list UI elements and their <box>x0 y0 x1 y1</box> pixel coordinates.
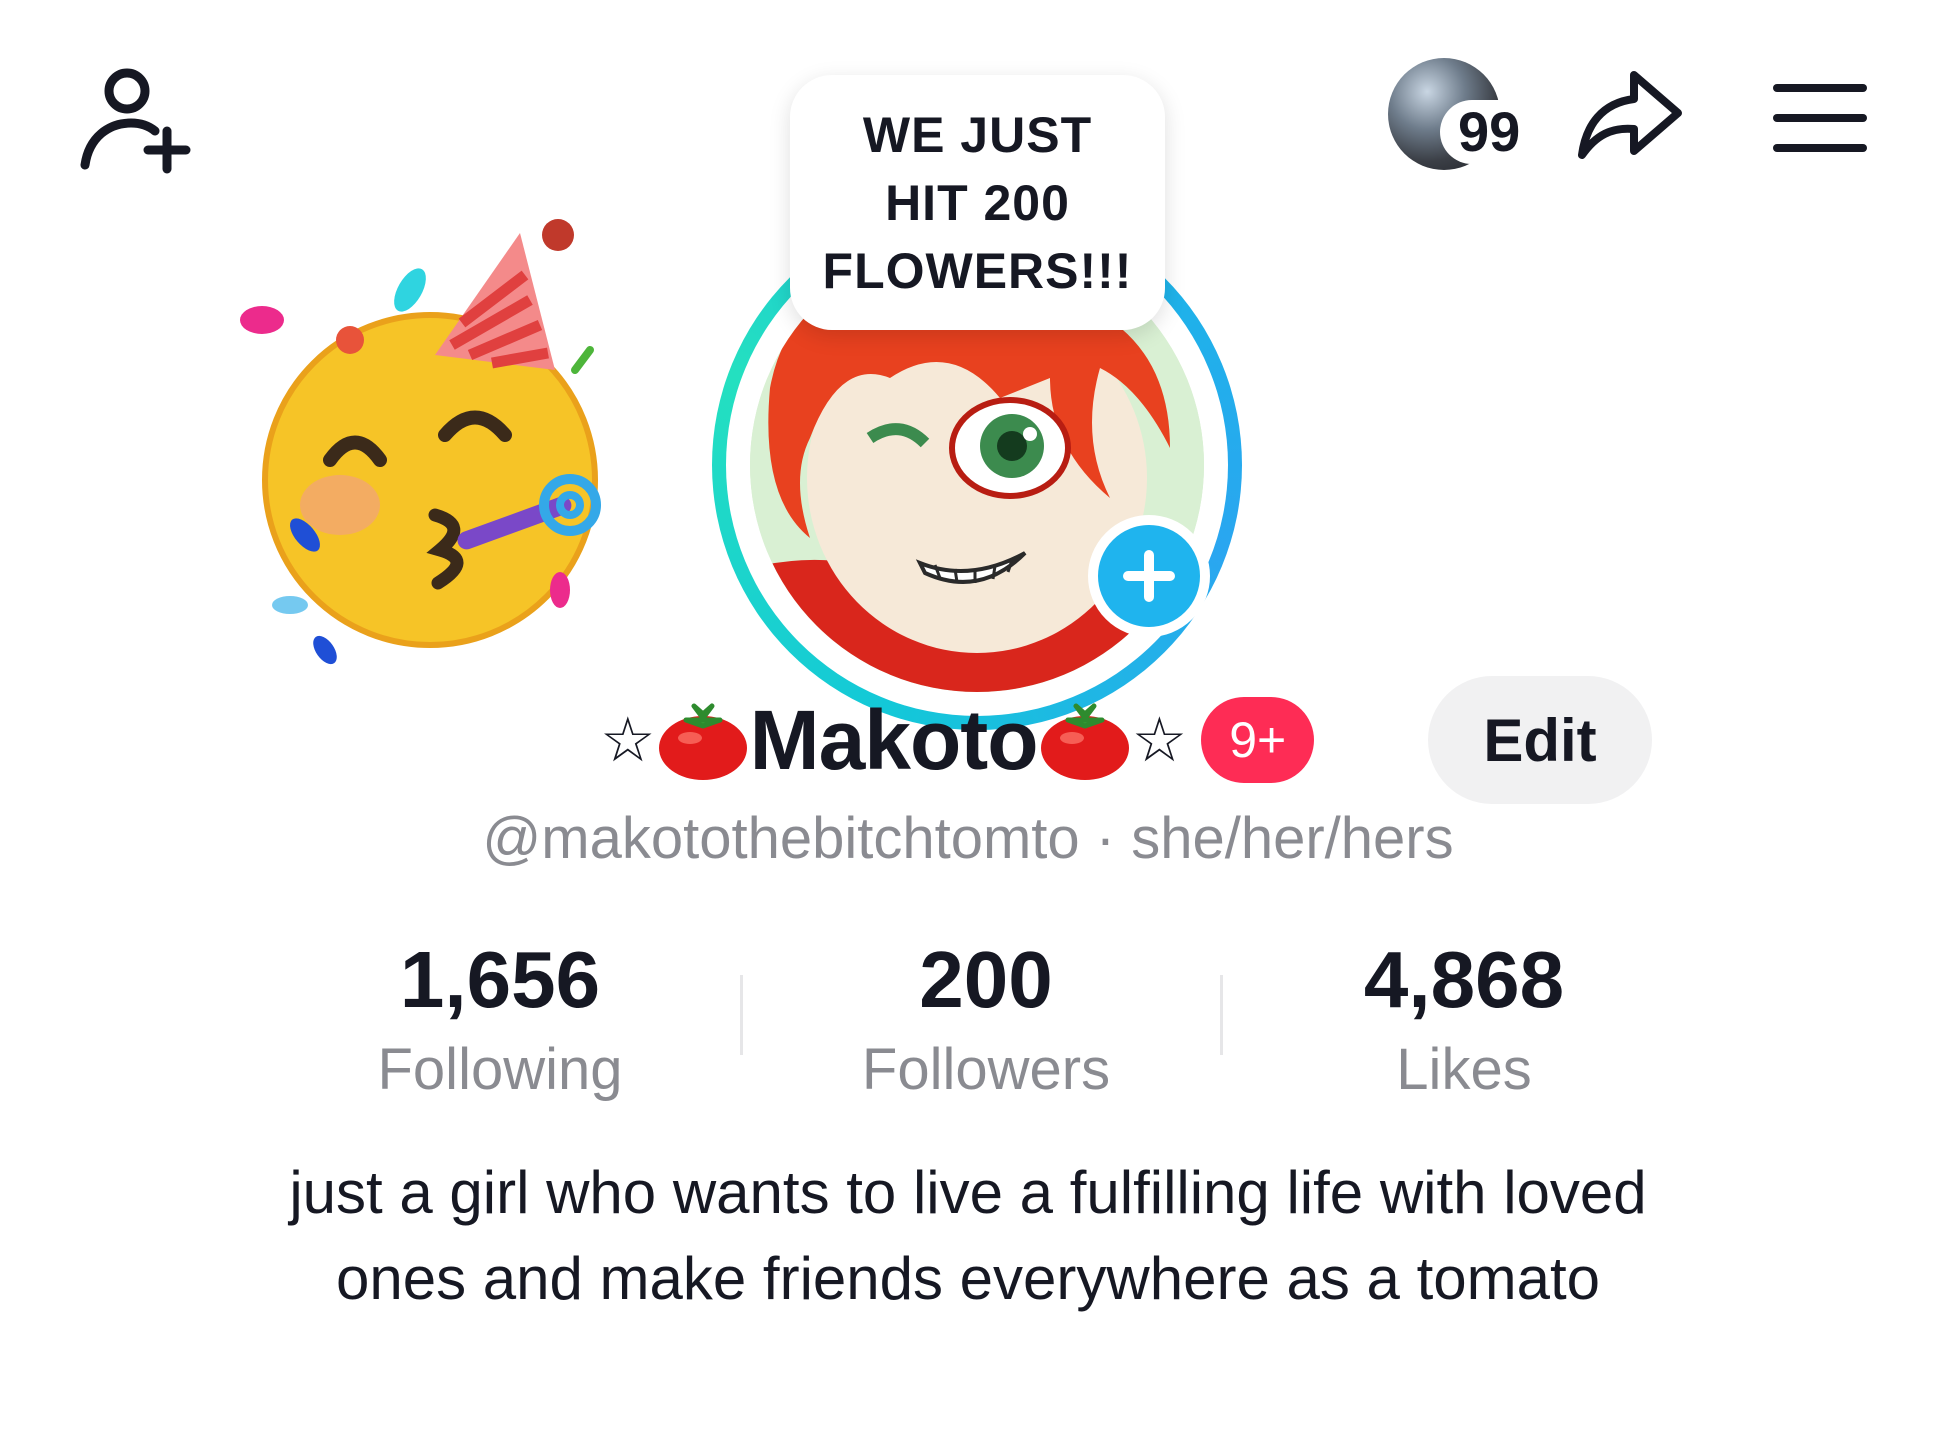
following-label: Following <box>377 1037 623 1102</box>
plus-icon <box>1123 550 1175 602</box>
followers-count: 200 <box>919 935 1053 1024</box>
pronouns: she/her/hers <box>1131 806 1454 871</box>
menu-button[interactable] <box>1770 75 1870 160</box>
stat-likes[interactable]: 4,868 Likes <box>1254 930 1674 1110</box>
stat-divider <box>740 975 743 1055</box>
handle-row: @makotothebitchtomto · she/her/hers <box>0 805 1936 872</box>
tomato-icon <box>658 703 747 780</box>
username-handle: @makotothebitchtomto <box>482 806 1080 871</box>
milestone-text: WE JUST HIT 200 FLOWERS!!! <box>822 106 1133 299</box>
bio-text: just a girl who wants to live a fulfilli… <box>289 1159 1647 1312</box>
party-face-icon <box>230 205 620 675</box>
star-right: ☆ <box>1131 703 1188 776</box>
profile-name-row: ☆ Makoto ☆ 9+ <box>600 690 1315 790</box>
add-friend-button[interactable] <box>70 60 200 180</box>
following-count: 1,656 <box>399 935 601 1024</box>
person-add-icon <box>80 68 191 174</box>
stat-divider <box>1220 975 1223 1055</box>
followers-label: Followers <box>861 1037 1111 1102</box>
likes-label: Likes <box>1396 1037 1532 1102</box>
hamburger-menu-icon <box>1773 83 1867 152</box>
add-story-button[interactable] <box>1088 515 1210 637</box>
viewer-count: 99 <box>1440 100 1535 164</box>
star-left: ☆ <box>600 703 656 776</box>
notification-badge[interactable]: 9+ <box>1201 697 1315 783</box>
display-name: Makoto <box>749 692 1039 787</box>
edit-profile-button[interactable]: Edit <box>1428 676 1652 804</box>
share-button[interactable] <box>1570 65 1690 165</box>
separator: · <box>1079 806 1132 871</box>
share-arrow-icon <box>1578 71 1682 159</box>
likes-count: 4,868 <box>1363 935 1565 1024</box>
milestone-bubble: WE JUST HIT 200 FLOWERS!!! <box>790 75 1165 330</box>
stat-following[interactable]: 1,656 Following <box>290 930 710 1110</box>
tomato-icon <box>1040 703 1129 780</box>
stat-followers[interactable]: 200 Followers <box>776 930 1196 1110</box>
profile-viewers-button[interactable]: 99 <box>1388 58 1538 178</box>
